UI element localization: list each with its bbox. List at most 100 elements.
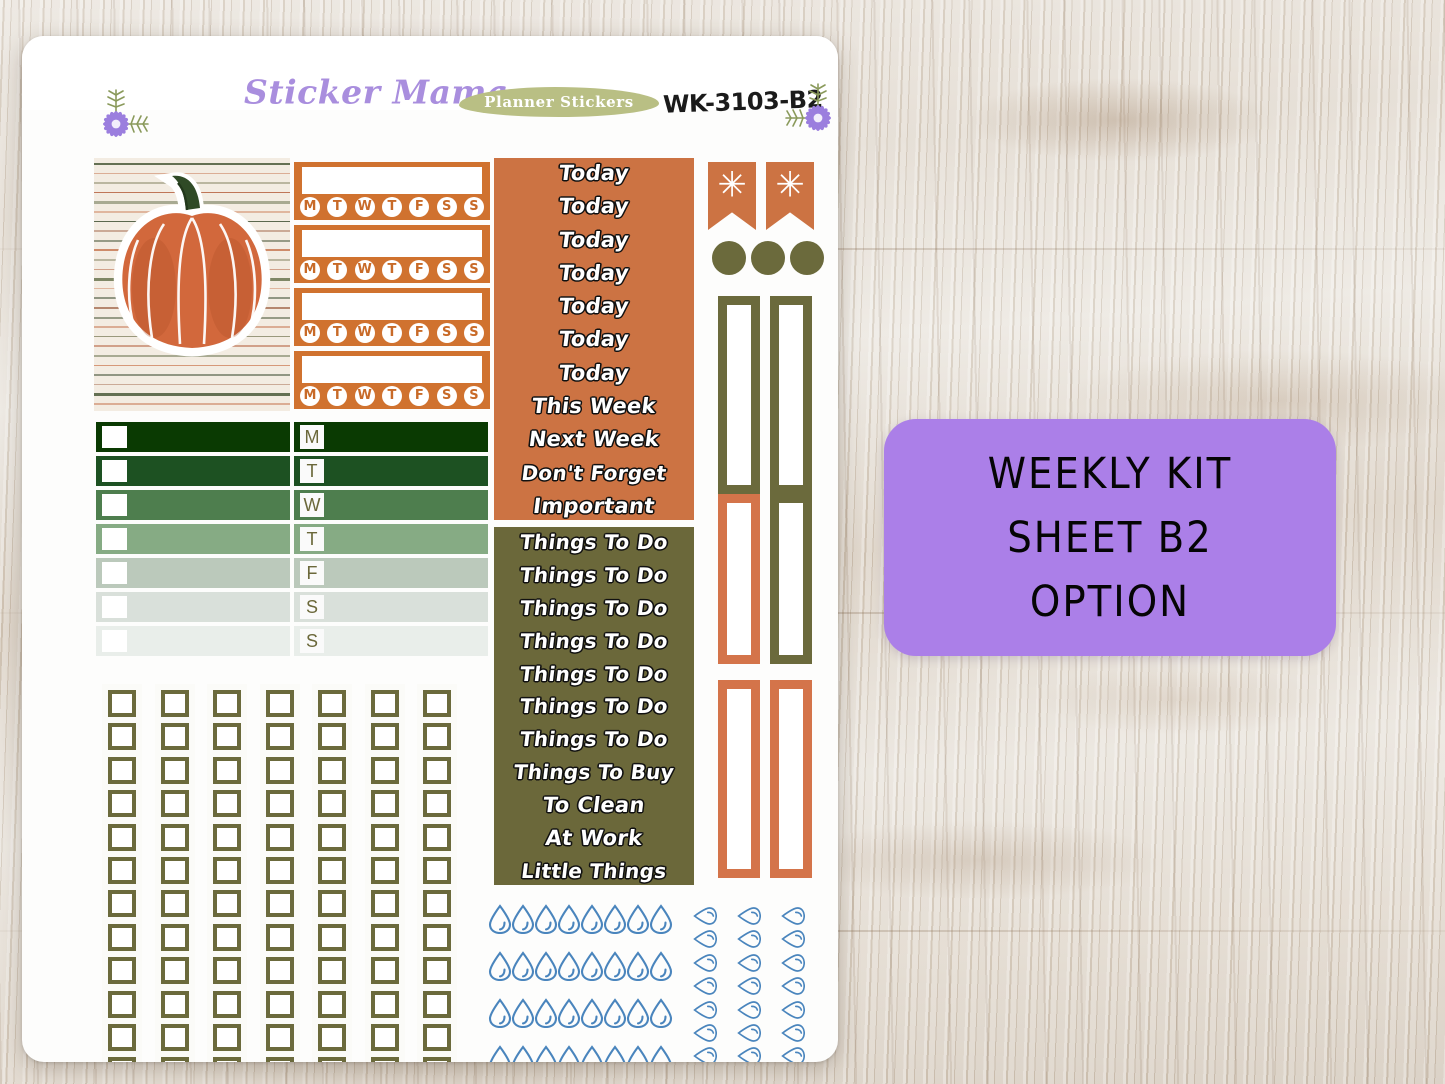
checkbox-sticker[interactable] [108,756,136,784]
water-drop-sticker[interactable] [626,1045,650,1062]
water-drop-sticker-sideways[interactable] [690,1044,720,1062]
checkbox-sticker[interactable] [265,990,294,1018]
checkbox-sticker[interactable] [265,723,294,751]
day-circle-5[interactable]: S [436,197,457,217]
day-circle-3[interactable]: T [381,386,402,406]
write-in-bar[interactable] [302,230,482,257]
water-drop-sticker[interactable] [557,904,581,935]
checkbox-sticker[interactable] [108,1057,136,1062]
checkbox-column[interactable] [102,684,142,1062]
checkbox-sticker[interactable] [265,923,294,951]
water-drop-sticker-sideways[interactable] [778,1044,808,1062]
checkbox-sticker[interactable] [213,1024,241,1051]
checklist-row[interactable] [96,422,290,452]
checkbox-sticker[interactable] [423,890,451,918]
checkbox-sticker[interactable] [213,823,241,851]
checkbox-sticker[interactable] [423,857,451,884]
checkbox-sticker[interactable] [423,690,451,717]
water-drop-sticker[interactable] [603,998,627,1029]
checkbox-sticker[interactable] [423,957,451,985]
checkbox-sticker[interactable] [213,790,241,818]
checkbox-sticker[interactable] [318,690,346,717]
day-circle-4[interactable]: F [409,260,430,280]
checkbox-sticker[interactable] [423,990,451,1018]
checkbox-column[interactable] [154,684,195,1062]
water-drop-sticker[interactable] [534,951,558,982]
label-sticker[interactable]: At Work [493,826,696,850]
checkbox-sticker[interactable] [108,1024,136,1051]
pumpkin-sticker[interactable] [94,158,290,411]
water-drop-sticker[interactable] [488,1045,512,1062]
checkbox-sticker[interactable] [108,690,136,717]
daylist-row[interactable]: M [294,422,488,452]
checkbox-sticker[interactable] [108,857,136,884]
water-drop-sticker[interactable] [557,1045,581,1062]
checkbox-sticker[interactable] [265,1057,294,1062]
checkbox[interactable] [102,562,127,584]
day-circle-5[interactable]: S [436,260,457,280]
label-sticker[interactable]: Things To Do [493,727,696,751]
checkbox-sticker[interactable] [213,690,241,717]
checkbox-sticker[interactable] [370,957,399,985]
day-circle-1[interactable]: T [327,197,348,217]
label-sticker[interactable]: Little Things [493,859,696,883]
weekly-habit-strips[interactable]: MTWTFSSMTWTFSSMTWTFSSMTWTFSS [294,162,490,411]
green-daylist-block[interactable]: MTWTFSS [294,422,488,661]
checkbox-sticker[interactable] [213,723,241,751]
day-circle-3[interactable]: T [381,260,402,280]
day-circle-0[interactable]: M [300,386,320,406]
banner-flag-sticker[interactable]: ✳ [766,162,814,230]
checkbox-sticker[interactable] [265,790,294,818]
checkbox-sticker[interactable] [370,923,399,951]
checkbox-sticker[interactable] [318,990,346,1018]
checkbox-sticker[interactable] [213,1057,241,1062]
water-drop-sticker[interactable] [488,904,512,935]
checkbox-sticker[interactable] [370,756,399,784]
water-drop-sticker[interactable] [557,951,581,982]
checkbox-sticker[interactable] [370,790,399,818]
label-sticker[interactable]: Today [493,194,696,218]
checkbox-column[interactable] [259,684,300,1062]
water-drop-sticker[interactable] [649,951,673,982]
checkbox-sticker[interactable] [423,1057,451,1062]
daylist-row[interactable]: W [294,490,488,520]
checkbox-sticker[interactable] [108,790,136,818]
checkbox[interactable] [102,494,127,516]
checkbox-sticker[interactable] [213,890,241,918]
day-circle-0[interactable]: M [300,323,320,343]
daylist-row[interactable]: S [294,626,488,656]
checkbox-sticker[interactable] [265,823,294,851]
checkbox-sticker[interactable] [370,723,399,751]
day-circle-4[interactable]: F [409,323,430,343]
checkbox-sticker[interactable] [108,923,136,951]
daylist-row[interactable]: S [294,592,488,622]
checkbox-sticker[interactable] [265,756,294,784]
water-drop-sticker[interactable] [626,951,650,982]
label-sticker[interactable]: Things To Buy [493,760,696,784]
checkbox[interactable] [102,528,127,550]
checkbox-sticker[interactable] [318,890,346,918]
checkbox[interactable] [102,426,127,448]
vertical-box-sticker[interactable] [718,680,760,878]
label-sticker[interactable]: Things To Do [493,694,696,718]
checklist-row[interactable] [96,524,290,554]
checkbox-sticker[interactable] [370,890,399,918]
label-sticker[interactable]: Today [493,161,696,185]
checkbox-sticker[interactable] [265,690,294,717]
label-sticker[interactable]: Today [493,294,696,318]
label-sticker[interactable]: This Week [493,394,696,418]
checkbox-sticker[interactable] [108,890,136,918]
green-checklist-block[interactable] [96,422,290,661]
checklist-row[interactable] [96,592,290,622]
water-drop-sticker[interactable] [534,1045,558,1062]
checkbox-sticker[interactable] [213,957,241,985]
checkbox-sticker[interactable] [318,1057,346,1062]
label-sticker[interactable]: Today [493,261,696,285]
water-drop-tracker-sideways[interactable] [690,904,818,1062]
day-circle-6[interactable]: S [463,323,484,343]
vertical-box-sticker[interactable] [718,296,760,494]
checkbox-sticker[interactable] [160,957,189,985]
water-drop-sticker[interactable] [580,951,604,982]
water-drop-sticker[interactable] [511,904,535,935]
daylist-row[interactable]: F [294,558,488,588]
